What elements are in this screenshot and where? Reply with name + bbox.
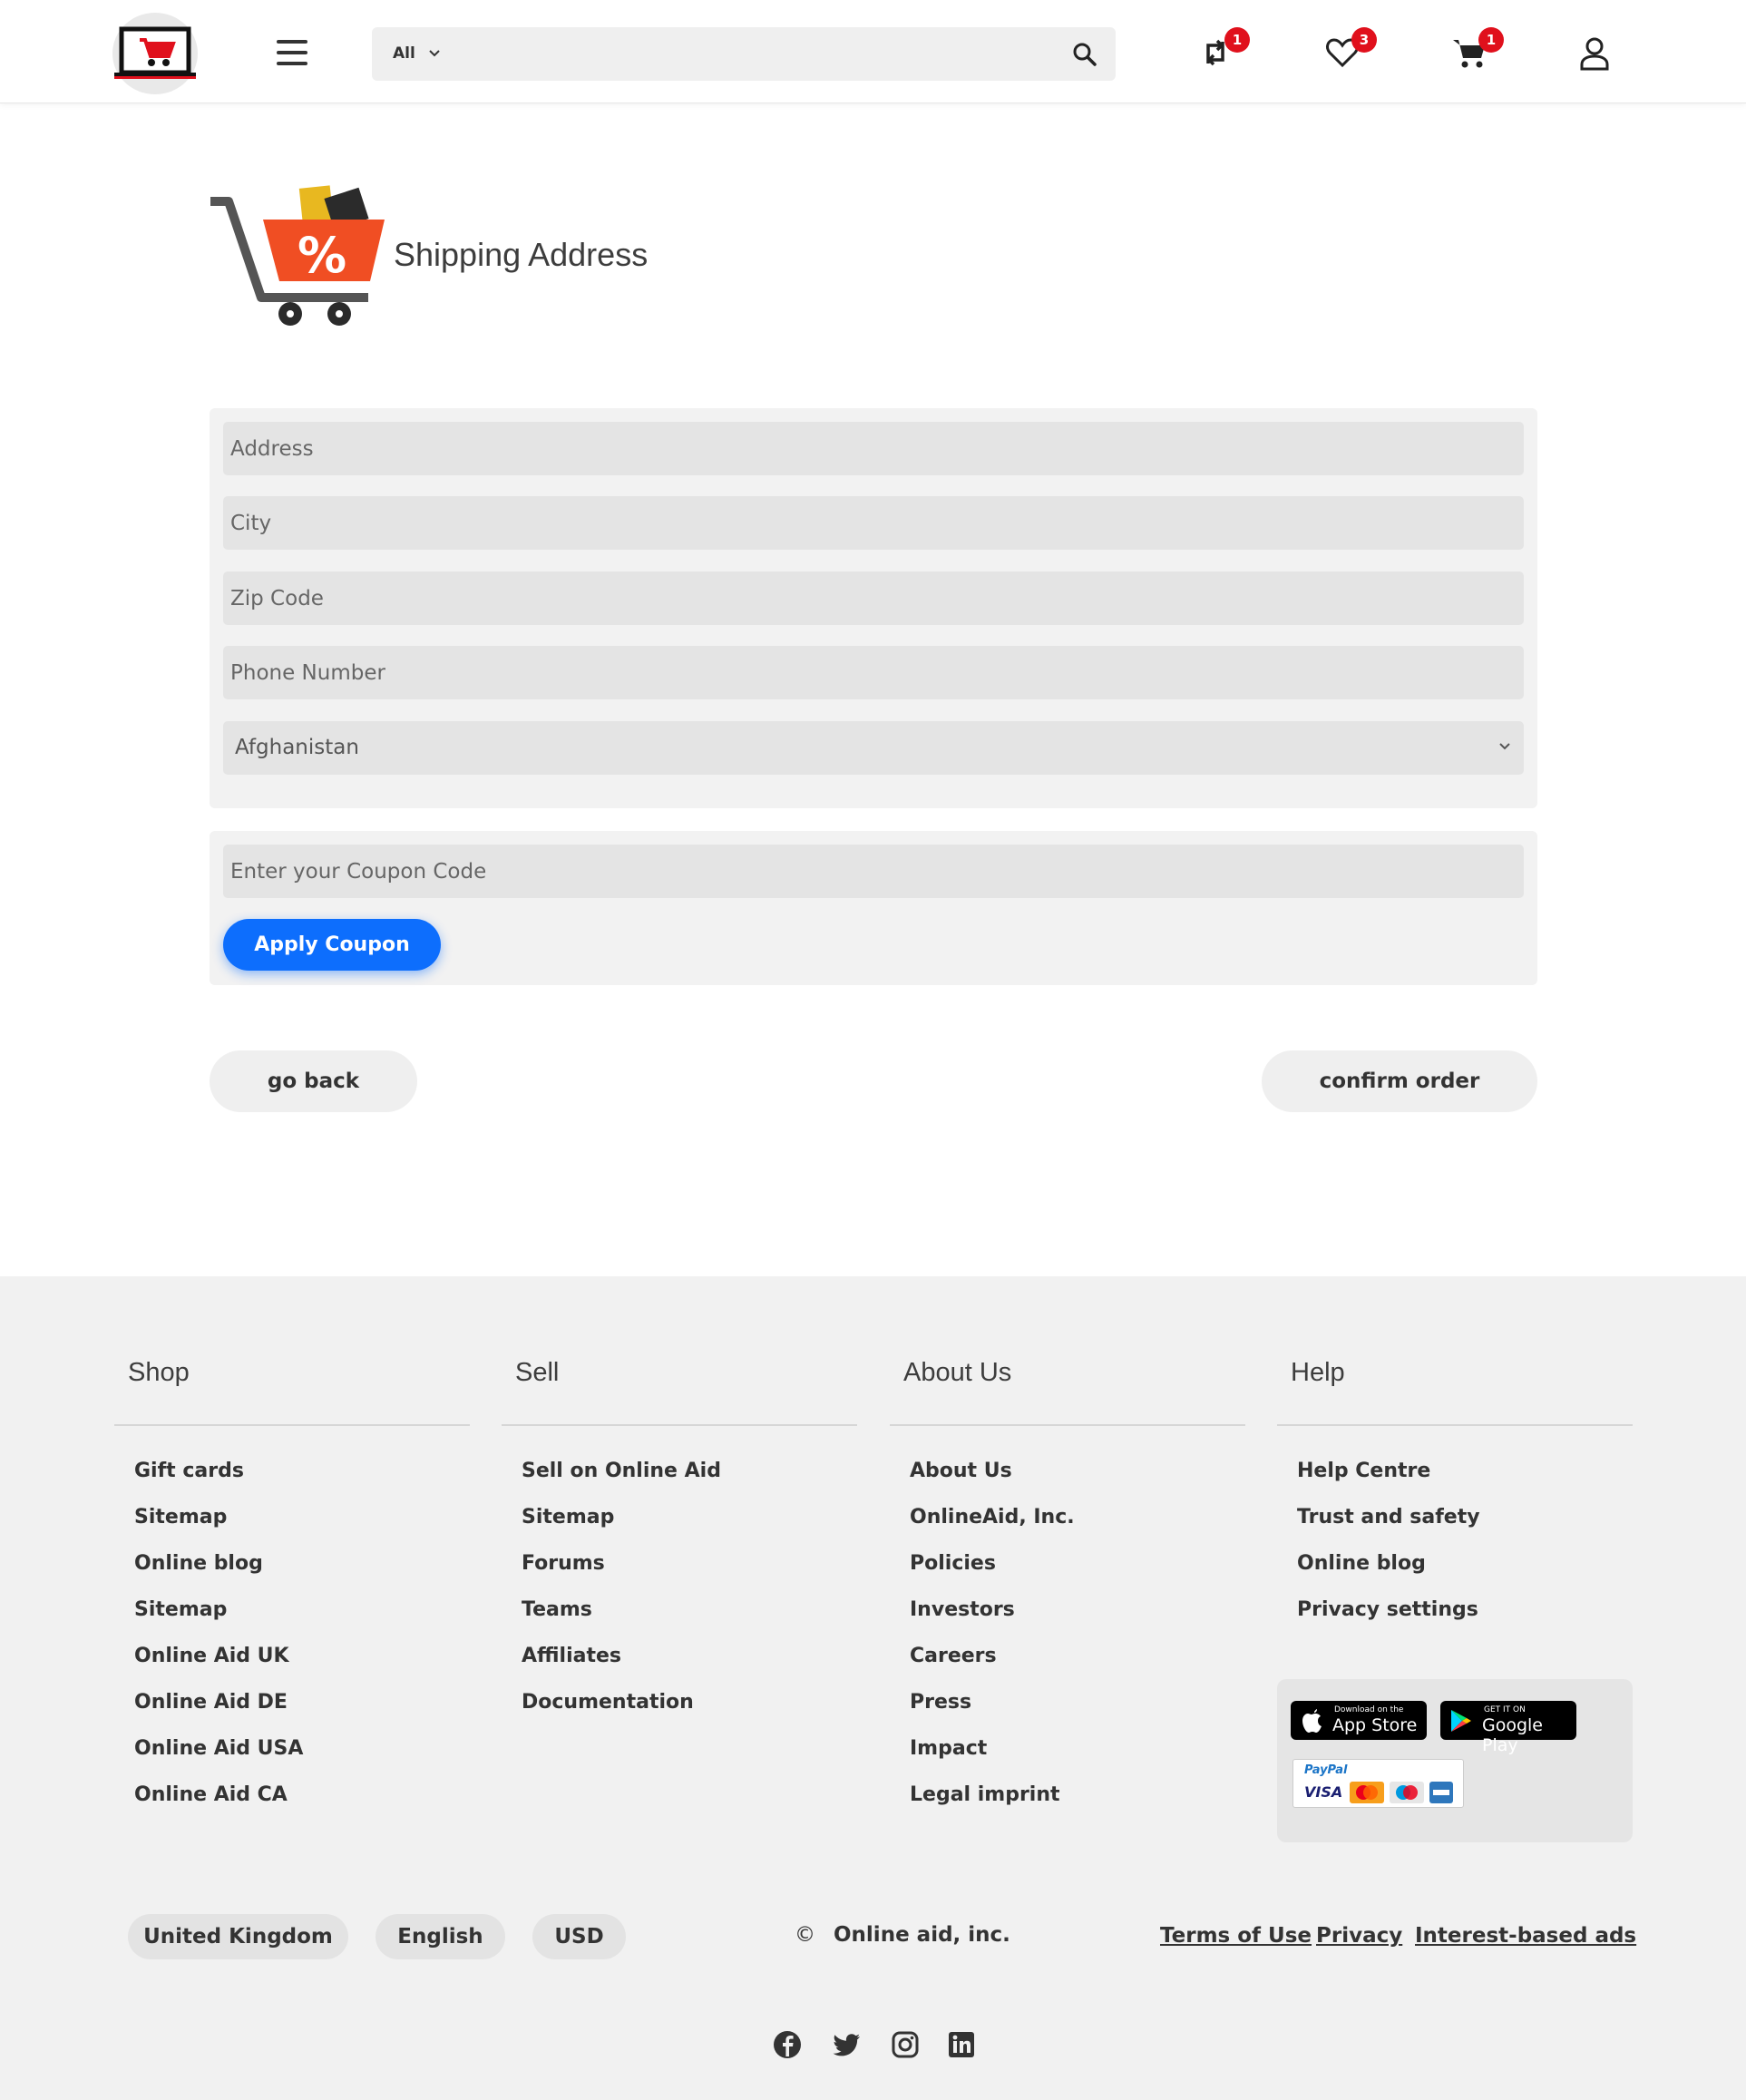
footer-column-title: About Us [903, 1358, 1012, 1387]
amex-icon [1429, 1782, 1453, 1803]
footer-link[interactable]: Teams [522, 1597, 721, 1643]
zip-code-field[interactable] [223, 571, 1524, 625]
divider [1277, 1424, 1633, 1426]
footer-link[interactable]: Careers [910, 1643, 1075, 1689]
shopping-cart-illustration: % [210, 185, 385, 326]
footer-link[interactable]: Policies [910, 1550, 1075, 1597]
coupon-code-field[interactable] [223, 845, 1524, 898]
user-icon [1580, 37, 1609, 71]
compare-count-badge: 1 [1224, 27, 1250, 53]
divider [114, 1424, 470, 1426]
menu-bar [277, 51, 307, 54]
footer-link[interactable]: Documentation [522, 1689, 721, 1735]
copyright-text: Online aid, inc. [834, 1923, 1010, 1947]
country-select-value: Afghanistan [235, 736, 359, 759]
copyright-symbol: © [795, 1923, 815, 1947]
footer-link[interactable]: Legal imprint [910, 1782, 1075, 1828]
search-category-dropdown[interactable]: All [393, 44, 441, 63]
paypal-label: PayPal [1304, 1763, 1348, 1777]
confirm-order-button[interactable]: confirm order [1262, 1050, 1537, 1112]
cart-button[interactable]: 1 [1451, 27, 1504, 74]
wishlist-count-badge: 3 [1351, 27, 1377, 53]
wishlist-button[interactable]: 3 [1324, 27, 1377, 74]
account-button[interactable] [1576, 34, 1616, 74]
search-icon[interactable] [1072, 42, 1097, 67]
cart-count-badge: 1 [1478, 27, 1504, 53]
google-play-badge[interactable]: GET IT ON Google Play [1440, 1701, 1576, 1755]
twitter-icon[interactable] [831, 2029, 862, 2060]
country-select[interactable]: Afghanistan [223, 721, 1524, 775]
region-selector[interactable]: United Kingdom [128, 1914, 348, 1959]
footer-link[interactable]: Sitemap [134, 1504, 303, 1550]
go-back-button[interactable]: go back [210, 1050, 417, 1112]
maestro-icon [1390, 1782, 1424, 1803]
footer-link[interactable]: Sell on Online Aid [522, 1458, 721, 1504]
footer-link[interactable]: Press [910, 1689, 1075, 1735]
footer-link[interactable]: Privacy settings [1297, 1597, 1480, 1643]
site-footer: Shop Gift cards Sitemap Online blog Site… [0, 1276, 1746, 2100]
language-selector[interactable]: English [376, 1914, 505, 1959]
footer-link[interactable]: Investors [910, 1597, 1075, 1643]
address-field[interactable] [223, 422, 1524, 475]
footer-link[interactable]: OnlineAid, Inc. [910, 1504, 1075, 1550]
footer-link[interactable]: Trust and safety [1297, 1504, 1480, 1550]
footer-link[interactable]: Sitemap [522, 1504, 721, 1550]
interest-based-ads-link[interactable]: Interest-based ads [1415, 1924, 1636, 1948]
payment-methods-badge: PayPal VISA [1292, 1759, 1464, 1808]
currency-selector[interactable]: USD [532, 1914, 626, 1959]
city-field[interactable] [223, 496, 1524, 550]
footer-link[interactable]: Gift cards [134, 1458, 303, 1504]
phone-number-field[interactable] [223, 646, 1524, 699]
compare-button[interactable]: 1 [1197, 27, 1250, 74]
apple-icon [1302, 1709, 1322, 1733]
app-store-badge[interactable]: Download on the App Store [1291, 1701, 1427, 1740]
shipping-address-form: Afghanistan [210, 408, 1537, 808]
menu-toggle-button[interactable] [277, 40, 307, 65]
footer-link[interactable]: Help Centre [1297, 1458, 1480, 1504]
instagram-icon[interactable] [890, 2029, 921, 2060]
google-play-icon [1451, 1710, 1471, 1732]
search-category-label: All [393, 44, 415, 63]
apply-coupon-button[interactable]: Apply Coupon [223, 919, 441, 971]
search-bar: All [372, 27, 1116, 81]
footer-link[interactable]: Impact [910, 1735, 1075, 1782]
app-store-big-text: App Store [1332, 1715, 1418, 1735]
footer-link[interactable]: Online Aid CA [134, 1782, 303, 1828]
divider [890, 1424, 1245, 1426]
footer-link[interactable]: Online blog [134, 1550, 303, 1597]
footer-link[interactable]: Affiliates [522, 1643, 721, 1689]
divider [502, 1424, 857, 1426]
app-store-small-text: Download on the [1334, 1705, 1404, 1714]
privacy-link[interactable]: Privacy [1316, 1924, 1402, 1948]
terms-of-use-link[interactable]: Terms of Use [1160, 1924, 1312, 1948]
coupon-form: Apply Coupon [210, 831, 1537, 985]
google-play-small-text: GET IT ON [1484, 1705, 1526, 1714]
app-store-and-payments-panel: Download on the App Store GET IT ON Goog… [1277, 1679, 1633, 1842]
chevron-down-icon [429, 50, 440, 57]
facebook-icon[interactable] [772, 2029, 803, 2060]
chevron-down-icon [1499, 743, 1510, 750]
page-title: Shipping Address [394, 236, 649, 273]
linkedin-icon[interactable] [946, 2029, 977, 2060]
site-logo[interactable] [112, 13, 198, 94]
footer-link[interactable]: About Us [910, 1458, 1075, 1504]
footer-link[interactable]: Online Aid DE [134, 1689, 303, 1735]
menu-bar [277, 62, 307, 65]
footer-link[interactable]: Online Aid USA [134, 1735, 303, 1782]
search-input[interactable] [472, 34, 1052, 73]
svg-text:%: % [298, 227, 346, 284]
visa-label: VISA [1304, 1783, 1343, 1801]
footer-column-title: Sell [515, 1358, 560, 1387]
mastercard-icon [1350, 1782, 1384, 1803]
google-play-big-text: Google Play [1482, 1715, 1544, 1755]
footer-column-title: Shop [128, 1358, 190, 1387]
copyright: © Online aid, inc. [795, 1923, 1010, 1947]
footer-column-title: Help [1291, 1358, 1345, 1387]
footer-link[interactable]: Forums [522, 1550, 721, 1597]
menu-bar [277, 40, 307, 44]
footer-link[interactable]: Sitemap [134, 1597, 303, 1643]
site-header: All 1 3 1 [0, 0, 1746, 103]
footer-link[interactable]: Online blog [1297, 1550, 1480, 1597]
footer-link[interactable]: Online Aid UK [134, 1643, 303, 1689]
